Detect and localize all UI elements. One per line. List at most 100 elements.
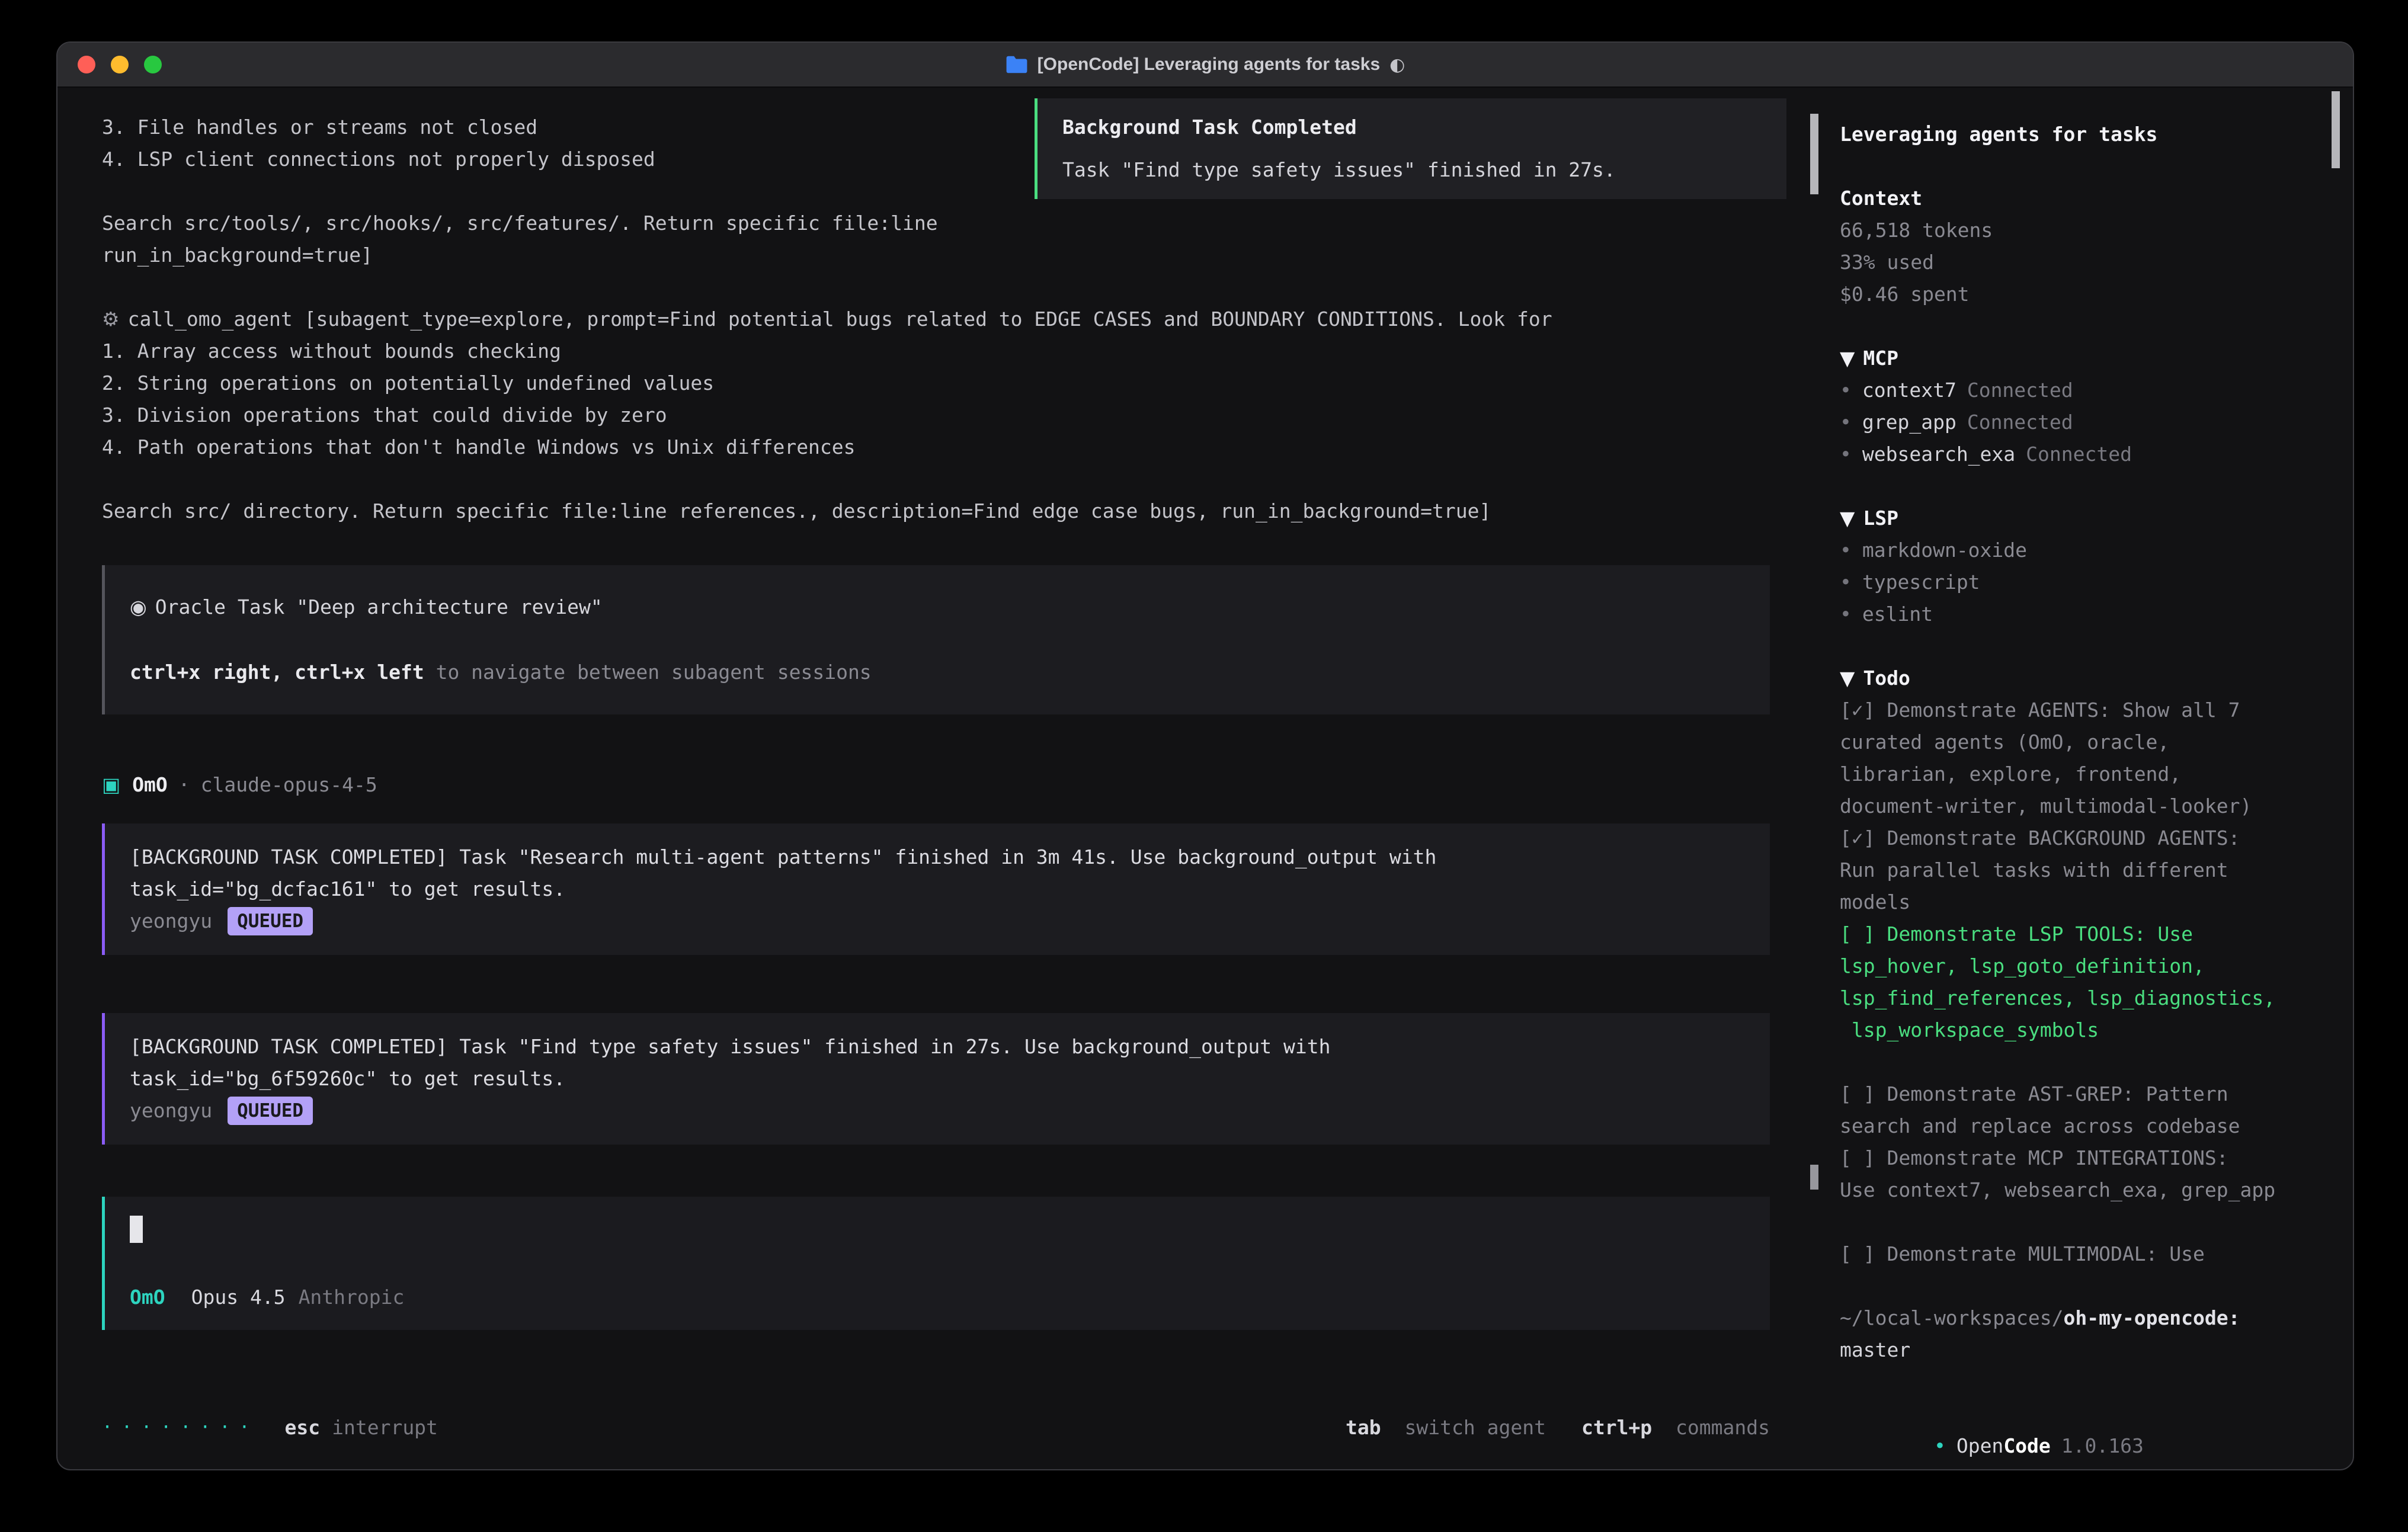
commands-hint: ctrl+p commands (1581, 1412, 1770, 1444)
message-line: task_id="bg_dcfac161" to get results. (130, 873, 1745, 905)
toast-notification[interactable]: Background Task Completed Task "Find typ… (1035, 98, 1786, 199)
context-tokens: 66,518 tokens (1840, 214, 2320, 246)
status-bar: ········ esc interrupt tab switch agent … (57, 1386, 1820, 1469)
lsp-item: •typescript (1840, 566, 2320, 598)
zoom-window-button[interactable] (144, 56, 162, 73)
message-author: yeongyu (130, 1095, 212, 1127)
message-line: [BACKGROUND TASK COMPLETED] Task "Resear… (130, 841, 1745, 873)
tool-call-line: 2. String operations on potentially unde… (102, 367, 1770, 399)
agent-name: OmO (132, 769, 168, 801)
message-meta: yeongyu QUEUED (130, 1095, 1745, 1127)
spinner-dots-icon: ········ (102, 1412, 259, 1444)
tool-call-line: 4. Path operations that don't handle Win… (102, 431, 1770, 463)
toast-title: Background Task Completed (1062, 111, 1762, 143)
tab-hint: tab switch agent (1346, 1412, 1546, 1444)
todo-item-current: [ ] Demonstrate LSP TOOLS: Use lsp_hover… (1840, 918, 2320, 1046)
workspace-dir: ~/local-workspaces/ (1840, 1306, 2064, 1329)
todo-item: [✓] Demonstrate AGENTS: Show all 7 curat… (1840, 694, 2320, 822)
esc-key-label: interrupt (332, 1412, 438, 1444)
status-right: tab switch agent ctrl+p commands (1346, 1412, 1770, 1444)
record-icon: ◉ (130, 595, 147, 618)
bullet-icon: • (1840, 571, 1852, 594)
agent-separator: · (178, 769, 190, 801)
workspace-path: ~/local-workspaces/oh-my-opencode: maste… (1840, 1302, 2320, 1366)
model-indicator: OmO Opus 4.5 Anthropic (130, 1281, 1745, 1313)
oracle-task-title: ◉Oracle Task "Deep architecture review" (130, 591, 1745, 623)
lsp-section: ▼LSP •markdown-oxide •typescript •eslint (1840, 502, 2320, 630)
mcp-item: •grep_appConnected (1840, 406, 2320, 438)
version-number: 1.0.163 (2061, 1434, 2144, 1457)
input-cursor-row (130, 1213, 1745, 1252)
mcp-section: ▼MCP •context7Connected •grep_appConnect… (1840, 342, 2320, 470)
workspace-branch: master (1840, 1334, 2320, 1366)
message-meta: yeongyu QUEUED (130, 905, 1745, 937)
titlebar[interactable]: [OpenCode] Leveraging agents for tasks ◐ (57, 43, 2353, 88)
mcp-item: •websearch_exaConnected (1840, 438, 2320, 470)
session-sidebar: Leveraging agents for tasks Context 66,5… (1820, 88, 2353, 1469)
workspace-repo: oh-my-opencode: (2064, 1306, 2240, 1329)
context-header: Context (1840, 182, 2320, 214)
context-used: 33% used (1840, 246, 2320, 278)
folder-icon (1006, 55, 1028, 74)
todo-item: [ ] Demonstrate MCP INTEGRATIONS: Use co… (1840, 1142, 2320, 1206)
bullet-icon: • (1840, 539, 1852, 562)
log-line: run_in_background=true] (102, 239, 1770, 271)
text-cursor (130, 1216, 143, 1243)
todo-section-header[interactable]: ▼Todo (1840, 662, 2320, 694)
progress-icon: ◐ (1389, 55, 1405, 75)
todo-item: [✓] Demonstrate BACKGROUND AGENTS: Run p… (1840, 822, 2320, 918)
toast-body: Task "Find type safety issues" finished … (1062, 154, 1762, 186)
brand-name: Open (1956, 1434, 2003, 1457)
tool-call-block: ⚙ call_omo_agent [subagent_type=explore, … (102, 303, 1770, 463)
prompt-input[interactable]: OmO Opus 4.5 Anthropic (102, 1197, 1770, 1330)
session-title: Leveraging agents for tasks (1840, 118, 2320, 150)
context-section: Context 66,518 tokens 33% used $0.46 spe… (1840, 182, 2320, 310)
bullet-icon: • (1840, 379, 1852, 402)
message-line: task_id="bg_6f59260c" to get results. (130, 1063, 1745, 1095)
mcp-section-header[interactable]: ▼MCP (1840, 342, 2320, 374)
main-scrollbar[interactable] (1810, 88, 1820, 1469)
status-badge: QUEUED (228, 907, 313, 935)
status-left: ········ esc interrupt (102, 1412, 438, 1444)
oracle-navigation-hint: ctrl+x right, ctrl+x left to navigate be… (130, 656, 1745, 688)
todo-item: [ ] Demonstrate AST-GREP: Pattern search… (1840, 1078, 2320, 1142)
todo-section: ▼Todo [✓] Demonstrate AGENTS: Show all 7… (1840, 662, 2320, 1270)
minimize-window-button[interactable] (111, 56, 129, 73)
bullet-icon: • (1840, 443, 1852, 466)
agent-header: ▣ OmO · claude-opus-4-5 (102, 769, 1770, 801)
lsp-item: •eslint (1840, 598, 2320, 630)
conversation-scroll[interactable]: 3. File handles or streams not closed 4.… (57, 88, 1820, 1386)
status-badge: QUEUED (228, 1097, 313, 1125)
lsp-item: •markdown-oxide (1840, 534, 2320, 566)
chevron-down-icon: ▼ (1840, 507, 1855, 530)
close-window-button[interactable] (78, 56, 95, 73)
log-line: Search src/tools/, src/hooks/, src/featu… (102, 207, 1770, 239)
model-provider-label: Anthropic (299, 1281, 405, 1313)
app-window: [OpenCode] Leveraging agents for tasks ◐… (56, 41, 2354, 1470)
window-title: [OpenCode] Leveraging agents for tasks ◐ (1006, 55, 1405, 75)
oracle-task-panel: ◉Oracle Task "Deep architecture review" … (102, 565, 1770, 714)
hint-keys: ctrl+x right, ctrl+x left (130, 661, 424, 684)
mcp-item: •context7Connected (1840, 374, 2320, 406)
bullet-icon: • (1840, 602, 1852, 626)
message-line: [BACKGROUND TASK COMPLETED] Task "Find t… (130, 1031, 1745, 1063)
scrollbar-thumb[interactable] (1810, 1165, 1818, 1190)
message-author: yeongyu (130, 905, 212, 937)
agent-square-icon: ▣ (102, 769, 120, 801)
hint-text: to navigate between subagent sessions (424, 661, 872, 684)
app-version: •OpenCode1.0.163 (1840, 1398, 2320, 1470)
scrollbar-thumb[interactable] (1810, 114, 1818, 194)
gear-icon: ⚙ (102, 307, 120, 331)
tool-call-line: 3. Division operations that could divide… (102, 399, 1770, 431)
background-task-message: [BACKGROUND TASK COMPLETED] Task "Resear… (102, 823, 1770, 955)
lsp-section-header[interactable]: ▼LSP (1840, 502, 2320, 534)
window-controls (78, 43, 162, 86)
tool-call-text: call_omo_agent [subagent_type=explore, p… (128, 307, 1552, 331)
chat-area: 3. File handles or streams not closed 4.… (57, 88, 1820, 1469)
active-model-label: Opus 4.5 (191, 1281, 286, 1313)
background-task-message: [BACKGROUND TASK COMPLETED] Task "Find t… (102, 1013, 1770, 1145)
tool-call-line: 1. Array access without bounds checking (102, 335, 1770, 367)
tool-call-header: ⚙ call_omo_agent [subagent_type=explore, … (102, 303, 1770, 335)
sidebar-scrollbar-thumb[interactable] (2332, 91, 2340, 168)
bullet-icon: • (1934, 1434, 1946, 1457)
